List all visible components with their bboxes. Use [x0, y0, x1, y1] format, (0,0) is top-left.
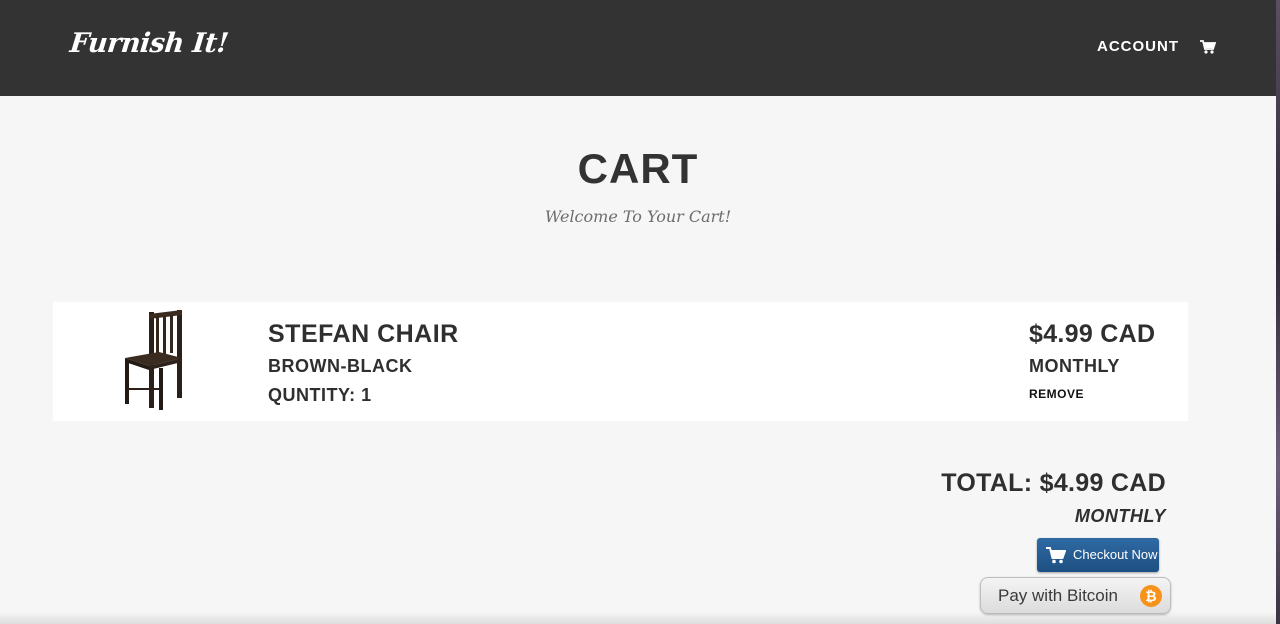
- cart-total: TOTAL: $4.99 CAD: [941, 469, 1166, 497]
- bitcoin-icon: ₿: [1140, 585, 1162, 607]
- cart-item: STEFAN CHAIR BROWN-BLACK QUNTITY: 1 $4.9…: [53, 302, 1188, 421]
- top-nav-bar: Furnish It! ACCOUNT: [0, 0, 1276, 96]
- shopping-cart-icon[interactable]: [1200, 39, 1217, 55]
- remove-item-link[interactable]: REMOVE: [1029, 387, 1084, 401]
- page-subtitle: Welcome To Your Cart!: [544, 207, 732, 226]
- chair-image: [123, 308, 187, 412]
- page: Furnish It! ACCOUNT CART Welcome To Your…: [0, 0, 1276, 624]
- item-price: $4.99 CAD: [1029, 320, 1156, 348]
- page-title: CART: [577, 145, 699, 192]
- window-edge: [1276, 0, 1280, 624]
- item-quantity: QUNTITY: 1: [268, 385, 372, 405]
- pay-with-bitcoin-label: Pay with Bitcoin: [998, 586, 1118, 605]
- bottom-shadow: [0, 612, 1276, 624]
- checkout-now-button[interactable]: Checkout Now: [1037, 538, 1159, 572]
- cart-total-frequency: MONTHLY: [1074, 506, 1166, 526]
- site-logo[interactable]: Furnish It!: [68, 28, 229, 59]
- account-link[interactable]: ACCOUNT: [1097, 38, 1179, 55]
- item-name[interactable]: STEFAN CHAIR: [268, 320, 459, 349]
- checkout-now-label: Checkout Now: [1073, 547, 1158, 562]
- pay-with-bitcoin-button[interactable]: Pay with Bitcoin ₿: [980, 577, 1171, 614]
- item-variant: BROWN-BLACK: [268, 356, 413, 376]
- cart-icon: [1046, 546, 1067, 564]
- item-frequency: MONTHLY: [1029, 356, 1120, 376]
